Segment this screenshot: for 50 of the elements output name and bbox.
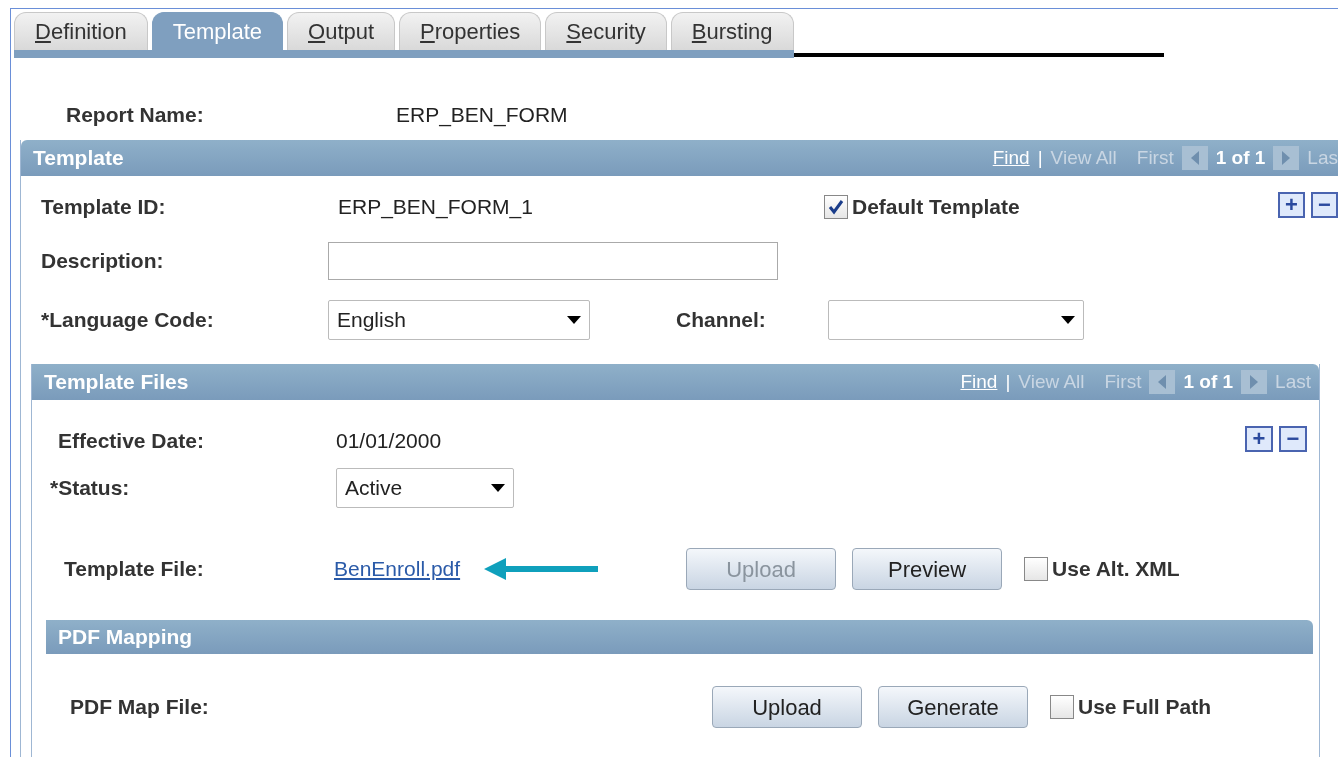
dropdown[interactable] [828,300,1084,340]
field-label: Description: [41,248,165,275]
field-label: Effective Date: [58,428,205,455]
field-label: PDF Map File: [70,694,210,721]
action-button[interactable]: Upload [712,686,862,728]
row-count: 1 of 1 [1215,145,1266,170]
tab[interactable]: Security [545,12,667,50]
delete-row-button[interactable]: − [1279,426,1307,452]
action-button[interactable]: Preview [852,548,1003,590]
separator: | [1005,369,1011,394]
tab[interactable]: Properties [399,12,542,50]
field-label: *Language Code: [41,307,215,334]
next-icon [1273,146,1300,170]
dropdown-arrow-icon [1061,316,1075,324]
field-value: 01/01/2000 [336,428,442,455]
tab[interactable]: Bursting [670,12,794,50]
section-title: PDF Mapping [58,624,193,651]
delete-row-button[interactable]: − [1311,192,1338,218]
previous-icon [1181,146,1208,170]
field-value: ERP_BEN_FORM [396,102,568,129]
dropdown[interactable]: Active [336,468,514,508]
field-label: Template ID: [41,194,167,221]
dropdown[interactable]: English [328,300,590,340]
checkbox-label: Use Alt. XML [1052,556,1180,583]
checkbox[interactable] [824,195,848,219]
field-label: Channel: [676,307,767,334]
previous-icon [1149,370,1176,394]
field-label: *Status: [50,475,131,502]
checkbox[interactable] [1050,695,1074,719]
action-button[interactable]: Generate [878,686,1028,728]
add-row-button[interactable]: + [1245,426,1273,452]
checkbox-label: Use Full Path [1078,694,1212,721]
row-count: 1 of 1 [1183,369,1234,394]
field-label: Report Name: [66,102,205,129]
checkbox[interactable] [1024,557,1049,581]
field-value: ERP_BEN_FORM_1 [338,194,534,221]
file-link[interactable]: BenEnroll.pdf [334,553,461,585]
dropdown-arrow-icon [567,316,581,324]
checkbox-label: Default Template [852,194,1020,221]
section-title: Template [33,145,124,172]
section-title: Template Files [44,369,189,396]
add-row-button[interactable]: + [1278,192,1305,218]
dropdown-arrow-icon [491,484,505,492]
tab[interactable]: Output [287,12,396,50]
description-input[interactable] [328,242,778,280]
tab[interactable]: Definition [14,12,148,50]
separator: | [1037,145,1043,170]
arrow-icon [484,558,599,580]
field-label: Template File: [64,556,205,583]
next-icon [1241,370,1268,394]
